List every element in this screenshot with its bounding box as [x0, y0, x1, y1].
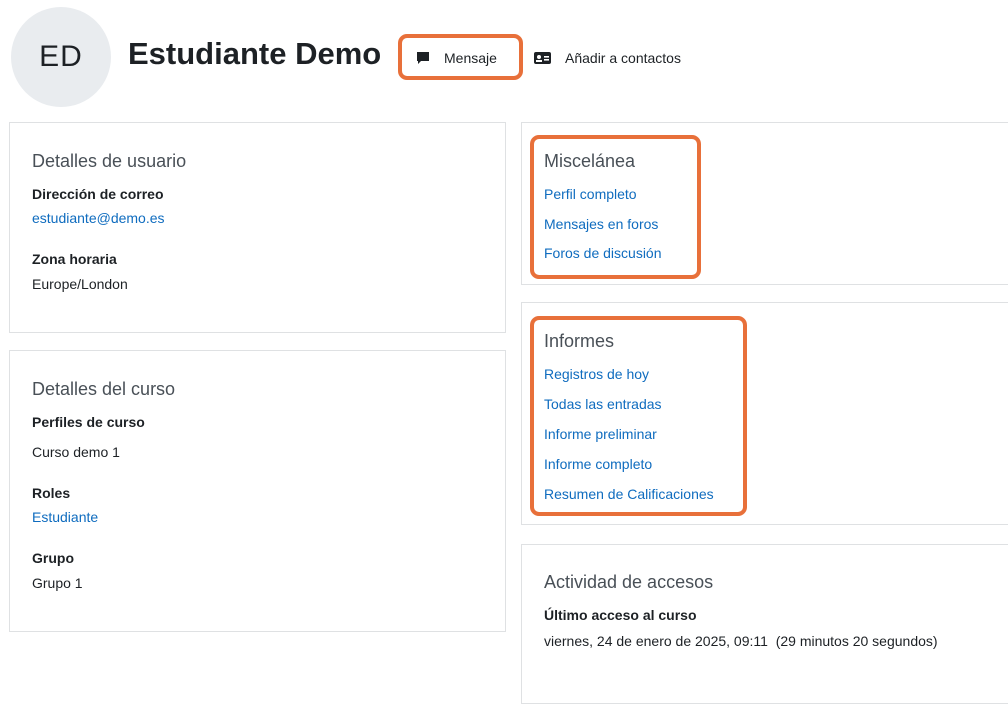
grades-overview-link[interactable]: Resumen de Calificaciones — [544, 486, 714, 502]
course-details-title: Detalles del curso — [32, 379, 176, 399]
last-access-value: viernes, 24 de enero de 2025, 09:11 (29 … — [544, 633, 938, 649]
user-details-card: Detalles de usuario Dirección de correo … — [9, 122, 506, 333]
add-contact-button[interactable]: Añadir a contactos — [534, 50, 681, 66]
user-name-heading: Estudiante Demo — [128, 36, 382, 71]
course-profiles-value: Curso demo 1 — [32, 444, 120, 460]
user-details-title: Detalles de usuario — [32, 151, 187, 171]
group-label: Grupo — [32, 550, 74, 566]
timezone-label: Zona horaria — [32, 251, 117, 267]
course-details-card: Detalles del curso Perfiles de curso Cur… — [9, 350, 506, 632]
misc-title: Miscelánea — [544, 151, 636, 171]
message-button[interactable]: Mensaje — [416, 50, 497, 66]
access-title: Actividad de accesos — [544, 572, 714, 592]
access-card: Actividad de accesos Último acceso al cu… — [521, 544, 1008, 704]
course-profiles-label: Perfiles de curso — [32, 414, 145, 430]
full-profile-link[interactable]: Perfil completo — [544, 186, 637, 202]
misc-card: Miscelánea Perfil completo Mensajes en f… — [521, 122, 1008, 285]
avatar: ED — [11, 7, 111, 107]
message-button-label: Mensaje — [444, 50, 497, 66]
forum-posts-link[interactable]: Mensajes en foros — [544, 216, 658, 232]
email-label: Dirección de correo — [32, 186, 164, 202]
outline-report-link[interactable]: Informe preliminar — [544, 426, 657, 442]
today-logs-link[interactable]: Registros de hoy — [544, 366, 649, 382]
complete-report-link[interactable]: Informe completo — [544, 456, 652, 472]
reports-title: Informes — [544, 331, 615, 351]
chat-bubble-icon — [416, 51, 430, 65]
email-link[interactable]: estudiante@demo.es — [32, 210, 165, 226]
timezone-value: Europe/London — [32, 276, 128, 292]
address-card-icon — [534, 51, 551, 65]
reports-card: Informes Registros de hoy Todas las entr… — [521, 302, 1008, 525]
forum-discussions-link[interactable]: Foros de discusión — [544, 245, 662, 261]
group-value: Grupo 1 — [32, 575, 83, 591]
add-contact-label: Añadir a contactos — [565, 50, 681, 66]
all-logs-link[interactable]: Todas las entradas — [544, 396, 662, 412]
roles-link[interactable]: Estudiante — [32, 509, 98, 525]
roles-label: Roles — [32, 485, 71, 501]
last-access-label: Último acceso al curso — [544, 607, 697, 623]
